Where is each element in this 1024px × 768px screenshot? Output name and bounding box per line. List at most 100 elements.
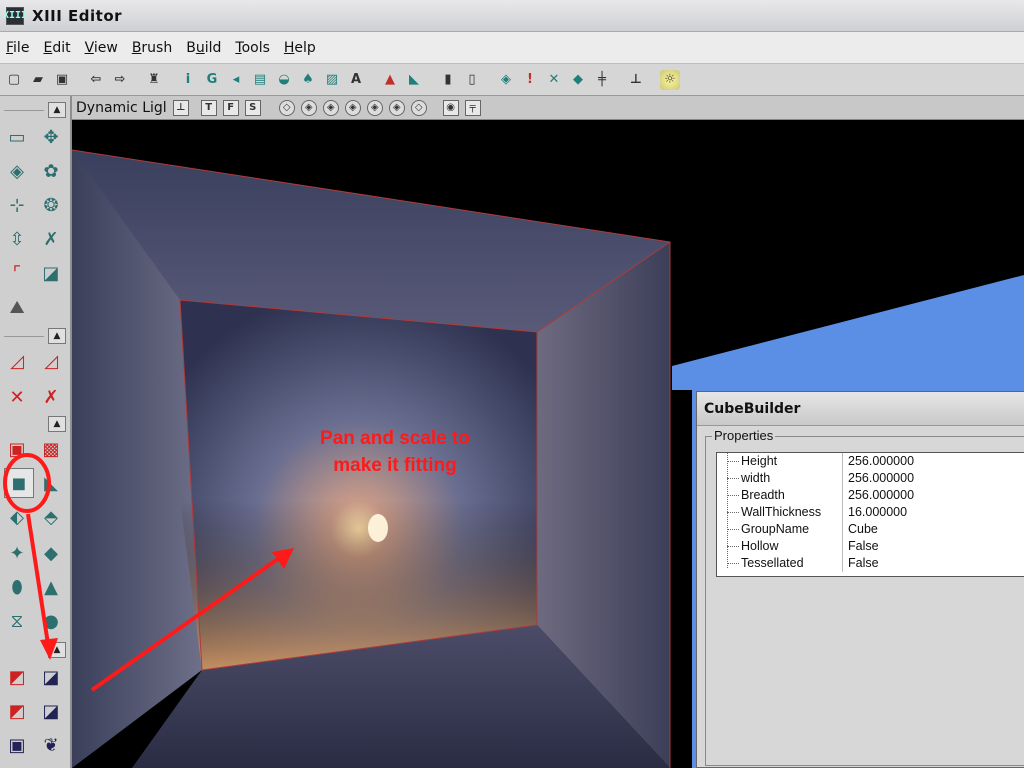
collapse-section-icon[interactable]: ▲ xyxy=(48,102,66,118)
menu-view[interactable]: View xyxy=(85,40,118,56)
menu-file[interactable]: File xyxy=(6,40,29,56)
staircase-icon[interactable]: ◣ xyxy=(36,468,66,498)
actor-browser-icon[interactable]: ♠ xyxy=(298,70,318,90)
scale-icon[interactable]: ⊹ xyxy=(2,190,32,220)
settings-sliders-icon[interactable]: ╪ xyxy=(592,70,612,90)
property-row[interactable]: Hollow False xyxy=(717,538,1024,555)
property-row[interactable]: Tessellated False xyxy=(717,555,1024,572)
property-value[interactable]: False xyxy=(843,538,879,555)
property-value[interactable]: 256.000000 xyxy=(843,487,914,504)
intersect-brush-icon[interactable]: ◩ xyxy=(2,696,32,726)
camera-move-icon[interactable]: ▭ xyxy=(2,122,32,152)
vertex-move-icon[interactable]: ✥ xyxy=(36,122,66,152)
person-icon[interactable]: ⊥ xyxy=(172,99,189,116)
collapse-section-icon[interactable]: ▲ xyxy=(48,416,66,432)
light-bulb-icon[interactable]: ☼ xyxy=(660,69,680,90)
menu-brush[interactable]: Brush xyxy=(132,40,172,56)
texture-browser-icon[interactable]: ▤ xyxy=(250,70,270,90)
dynamic-light-icon[interactable]: ◈ xyxy=(366,99,383,116)
spiral-stairs-icon[interactable]: ✦ xyxy=(2,538,32,568)
cube-builder-dialog: CubeBuilder Properties Height 256.000000 … xyxy=(696,391,1024,768)
terrain-icon[interactable]: ◣ xyxy=(404,70,424,90)
font-a-icon[interactable]: A xyxy=(346,70,366,90)
new-file-icon[interactable]: ▢ xyxy=(4,70,24,90)
zone-view-icon[interactable]: ◈ xyxy=(300,99,317,116)
brush-clip-icon[interactable]: ◈ xyxy=(2,156,32,186)
save-icon[interactable]: ▣ xyxy=(52,70,72,90)
cube-builder-icon[interactable]: ▣ xyxy=(2,434,32,464)
view-top-button[interactable]: T xyxy=(200,99,217,116)
textured-view-icon[interactable]: ◈ xyxy=(322,99,339,116)
property-value[interactable]: 16.000000 xyxy=(843,504,907,521)
sheet-builder-icon[interactable]: ▩ xyxy=(36,434,66,464)
flip-clip-icon[interactable]: ✕ xyxy=(2,382,32,412)
property-row[interactable]: width 256.000000 xyxy=(717,470,1024,487)
property-row[interactable]: WallThickness 16.000000 xyxy=(717,504,1024,521)
linear-stairs-icon[interactable]: ⬖ xyxy=(2,502,32,532)
texture-pan-icon[interactable]: ❂ xyxy=(36,190,66,220)
search-binoculars-icon[interactable]: ♜ xyxy=(144,70,164,90)
property-row[interactable]: Breadth 256.000000 xyxy=(717,487,1024,504)
g-mode-icon[interactable]: G xyxy=(202,70,222,90)
lit-view-icon[interactable]: ◈ xyxy=(344,99,361,116)
cylinder-icon[interactable]: ⬮ xyxy=(2,572,32,602)
collapse-section-icon[interactable]: ▲ xyxy=(48,642,66,658)
texture-rotate-icon[interactable]: ⇳ xyxy=(2,224,32,254)
sound-icon[interactable]: ◂ xyxy=(226,70,246,90)
property-row[interactable]: GroupName Cube xyxy=(717,521,1024,538)
select-box-icon[interactable]: ⌜ xyxy=(2,258,32,288)
person-icon[interactable]: ⊥ xyxy=(626,70,646,90)
build-lighting-icon[interactable]: ▯ xyxy=(462,70,482,90)
property-value[interactable]: 256.000000 xyxy=(843,453,914,470)
triangle-icon[interactable]: ▲ xyxy=(380,70,400,90)
play-level-icon[interactable]: ◆ xyxy=(568,70,588,90)
redo-icon[interactable]: ⇨ xyxy=(110,70,130,90)
add-mover-icon[interactable]: ▣ xyxy=(2,730,32,760)
special-brush-icon[interactable]: ❦ xyxy=(36,730,66,760)
dialog-title[interactable]: CubeBuilder xyxy=(697,392,1024,426)
build-geometry-icon[interactable]: ▮ xyxy=(438,70,458,90)
add-brush-icon[interactable]: ◩ xyxy=(2,662,32,692)
cone-icon[interactable]: ▲ xyxy=(36,572,66,602)
view-side-button[interactable]: S xyxy=(244,99,261,116)
build-all-icon[interactable]: ✕ xyxy=(544,70,564,90)
viewport-mode-label[interactable]: Dynamic Ligl xyxy=(76,100,167,116)
eye-icon[interactable]: ◉ xyxy=(442,99,459,116)
property-row[interactable]: Height 256.000000 xyxy=(717,453,1024,470)
open-folder-icon[interactable]: ▰ xyxy=(28,70,48,90)
menu-tools[interactable]: Tools xyxy=(235,40,270,56)
subtract-brush-icon[interactable]: ◪ xyxy=(36,662,66,692)
view-front-button[interactable]: F xyxy=(222,99,239,116)
collapse-section-icon[interactable]: ▲ xyxy=(48,328,66,344)
pin-icon[interactable]: ╤ xyxy=(464,99,481,116)
tetrahedron-icon[interactable]: ⧖ xyxy=(2,606,32,636)
info-icon[interactable]: i xyxy=(178,70,198,90)
property-value[interactable]: False xyxy=(843,555,879,572)
sphere-icon[interactable]: ● xyxy=(36,606,66,636)
property-value[interactable]: 256.000000 xyxy=(843,470,914,487)
group-browser-icon[interactable]: ▨ xyxy=(322,70,342,90)
menu-edit[interactable]: Edit xyxy=(43,40,70,56)
shear-icon[interactable]: ✗ xyxy=(36,224,66,254)
depth-view-icon[interactable]: ◇ xyxy=(410,99,427,116)
menu-help[interactable]: Help xyxy=(284,40,316,56)
curved-stairs-icon[interactable]: ⬘ xyxy=(36,502,66,532)
sheet-icon[interactable]: ◆ xyxy=(36,538,66,568)
build-paths-icon[interactable]: ◈ xyxy=(496,70,516,90)
unlit-view-icon[interactable]: ◈ xyxy=(388,99,405,116)
menu-build[interactable]: Build xyxy=(186,40,221,56)
rotate-icon[interactable]: ✿ xyxy=(36,156,66,186)
build-options-icon[interactable]: ! xyxy=(520,70,540,90)
terrain-paint-icon[interactable]: ⛰ xyxy=(2,292,32,322)
wireframe-icon[interactable]: ◇ xyxy=(278,99,295,116)
delete-clip-icon[interactable]: ✗ xyxy=(36,382,66,412)
stretch-icon[interactable]: ◪ xyxy=(36,258,66,288)
clip-line-icon[interactable]: ◿ xyxy=(2,346,32,376)
split-clip-icon[interactable]: ◿ xyxy=(36,346,66,376)
property-name: width xyxy=(717,470,843,487)
undo-icon[interactable]: ⇦ xyxy=(86,70,106,90)
mesh-browser-icon[interactable]: ◒ xyxy=(274,70,294,90)
deintersect-brush-icon[interactable]: ◪ xyxy=(36,696,66,726)
property-value[interactable]: Cube xyxy=(843,521,878,538)
cube-brush-icon[interactable]: ◼ xyxy=(4,468,34,498)
